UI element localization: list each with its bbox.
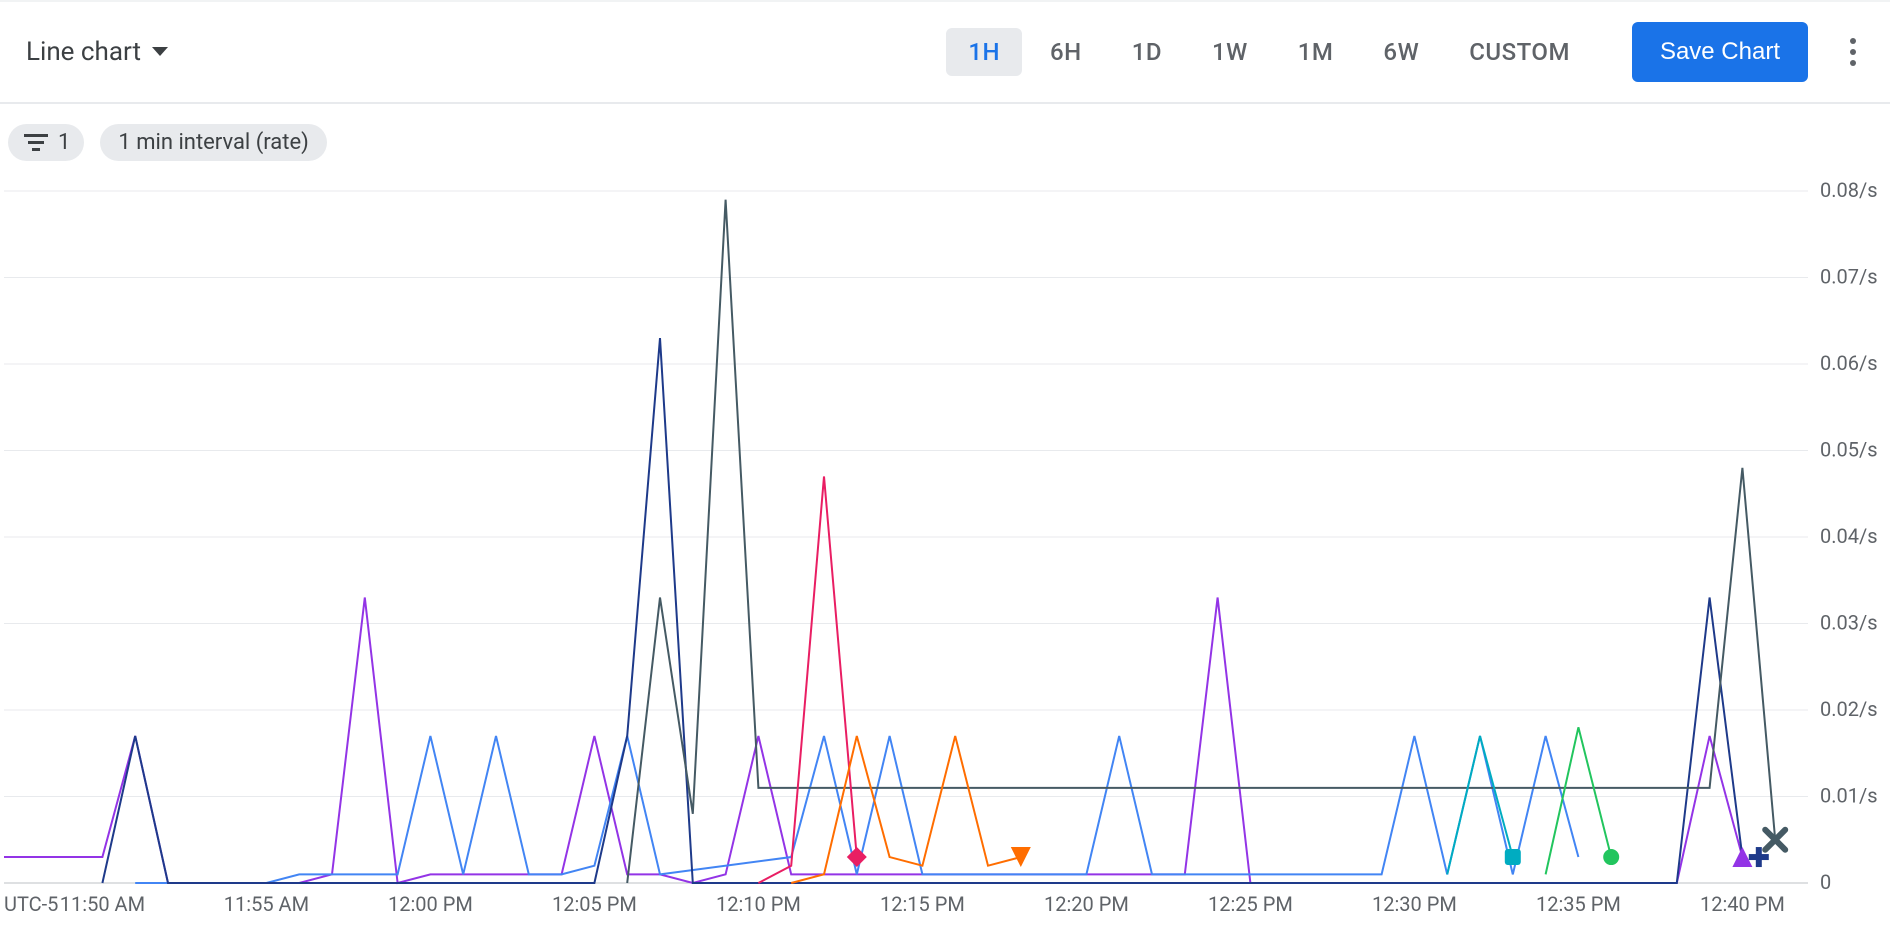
more-options-button[interactable] <box>1842 30 1864 74</box>
chevron-down-icon <box>151 46 169 58</box>
y-tick-label: 0.07/s <box>1820 265 1878 289</box>
series-line-series-7[interactable] <box>1447 736 1513 874</box>
time-range-6h[interactable]: 6H <box>1028 28 1104 76</box>
series-line-series-8[interactable] <box>1546 727 1612 874</box>
chip-row: 1 1 min interval (rate) <box>0 104 1890 181</box>
time-range-6w[interactable]: 6W <box>1361 28 1441 76</box>
filter-count: 1 <box>58 130 70 155</box>
chart-area[interactable]: 0 0.01/s 0.02/s 0.03/s 0.04/s 0.05/s 0.06/s 0.0… <box>0 181 1890 941</box>
interval-label: 1 min interval (rate) <box>118 130 308 155</box>
time-range-1h[interactable]: 1H <box>946 28 1022 76</box>
x-tick-label: 12:20 PM <box>1044 892 1129 916</box>
x-tick-label: 12:30 PM <box>1372 892 1457 916</box>
x-tick-label: 12:40 PM <box>1700 892 1785 916</box>
save-chart-button[interactable]: Save Chart <box>1632 22 1808 82</box>
x-tick-label: 12:25 PM <box>1208 892 1293 916</box>
interval-chip[interactable]: 1 min interval (rate) <box>100 124 326 161</box>
x-tick-label: 12:00 PM <box>388 892 473 916</box>
line-chart[interactable]: 0 0.01/s 0.02/s 0.03/s 0.04/s 0.05/s 0.06/s 0.0… <box>0 181 1890 941</box>
chart-type-label: Line chart <box>26 37 141 67</box>
time-range-1w[interactable]: 1W <box>1190 28 1270 76</box>
time-range-1d[interactable]: 1D <box>1110 28 1184 76</box>
timezone-label: UTC-5 <box>4 892 58 916</box>
time-range-1m[interactable]: 1M <box>1276 28 1356 76</box>
chart-toolbar: Line chart 1H6H1D1W1M6WCUSTOM Save Chart <box>0 2 1890 104</box>
x-tick-label: 12:10 PM <box>716 892 801 916</box>
y-tick-label: 0 <box>1820 870 1831 894</box>
y-tick-label: 0.01/s <box>1820 784 1878 808</box>
time-range-group: 1H6H1D1W1M6WCUSTOM <box>946 28 1592 76</box>
y-tick-label: 0.02/s <box>1820 697 1878 721</box>
y-tick-label: 0.06/s <box>1820 351 1878 375</box>
y-tick-label: 0.05/s <box>1820 438 1878 462</box>
y-tick-label: 0.03/s <box>1820 611 1878 635</box>
time-range-custom[interactable]: CUSTOM <box>1447 28 1592 76</box>
x-tick-label: 12:05 PM <box>552 892 637 916</box>
x-tick-label: 11:50 AM <box>60 892 145 916</box>
y-tick-label: 0.08/s <box>1820 181 1878 202</box>
x-tick-label: 12:15 PM <box>880 892 965 916</box>
series-line-series-4[interactable] <box>627 200 1775 883</box>
filter-chip[interactable]: 1 <box>8 124 84 161</box>
x-tick-label: 12:35 PM <box>1536 892 1621 916</box>
chart-type-selector[interactable]: Line chart <box>26 37 169 67</box>
y-tick-label: 0.04/s <box>1820 524 1878 548</box>
filter-icon <box>22 132 50 154</box>
x-tick-label: 11:55 AM <box>224 892 309 916</box>
